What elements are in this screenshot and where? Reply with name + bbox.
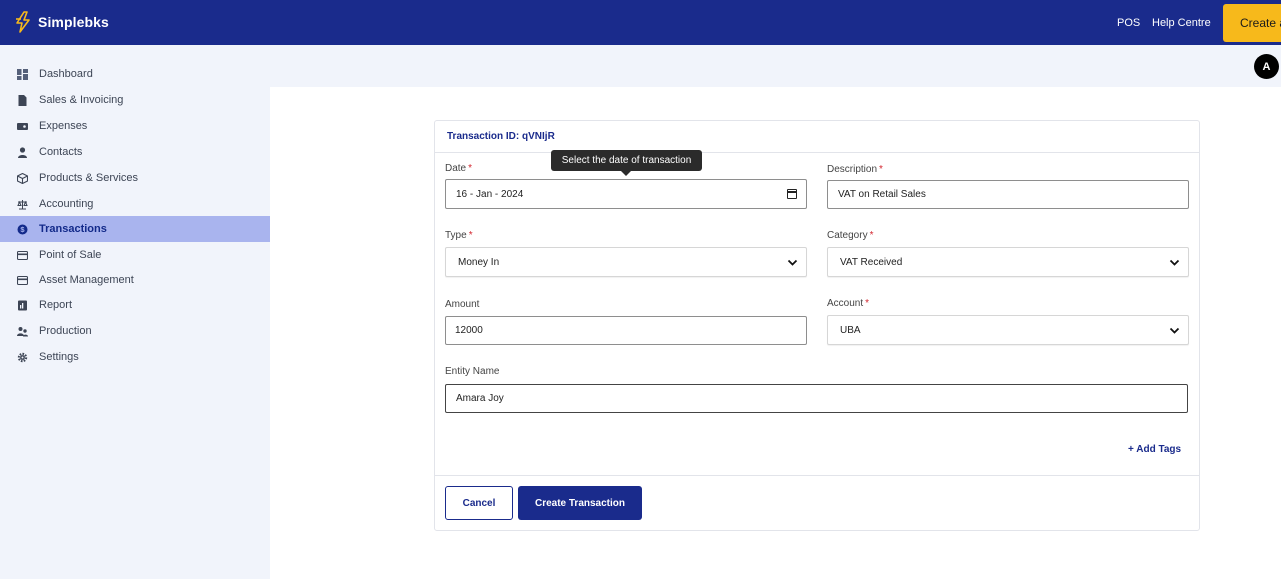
help-centre-link[interactable]: Help Centre bbox=[1152, 17, 1211, 29]
sidebar-item-label: Asset Management bbox=[39, 274, 134, 286]
sidebar-item-transactions[interactable]: $ Transactions bbox=[0, 216, 270, 242]
calendar-icon[interactable] bbox=[787, 189, 797, 199]
category-label: Category * bbox=[827, 230, 873, 241]
transactions-icon: $ bbox=[17, 224, 28, 234]
create-transaction-button[interactable]: Create Transaction bbox=[518, 486, 642, 520]
required-mark: * bbox=[468, 230, 473, 241]
sidebar-item-contacts[interactable]: Contacts bbox=[0, 139, 270, 165]
required-mark: * bbox=[879, 164, 883, 175]
person-icon bbox=[18, 146, 27, 158]
description-value: VAT on Retail Sales bbox=[838, 189, 926, 200]
sidebar-item-products-services[interactable]: Products & Services bbox=[0, 165, 270, 191]
sidebar-item-report[interactable]: Report bbox=[0, 292, 270, 318]
category-select[interactable]: VAT Received bbox=[827, 247, 1189, 277]
avatar[interactable]: A bbox=[1254, 54, 1279, 79]
logo-icon bbox=[16, 11, 30, 33]
required-mark: * bbox=[869, 230, 874, 241]
gear-icon bbox=[17, 352, 28, 362]
sidebar-item-dashboard[interactable]: Dashboard bbox=[0, 61, 270, 87]
sidebar-item-sales-invoicing[interactable]: Sales & Invoicing bbox=[0, 87, 270, 113]
sidebar-item-label: Sales & Invoicing bbox=[39, 94, 124, 106]
sidebar-item-label: Accounting bbox=[39, 198, 94, 210]
date-value: 16 - Jan - 2024 bbox=[456, 188, 524, 200]
sidebar-item-accounting[interactable]: Accounting bbox=[0, 191, 270, 217]
entity-name-field[interactable]: Amara Joy bbox=[445, 384, 1188, 413]
date-tooltip: Select the date of transaction bbox=[551, 150, 702, 176]
sidebar-item-label: Transactions bbox=[39, 223, 107, 235]
description-field[interactable]: VAT on Retail Sales bbox=[827, 180, 1189, 209]
document-icon bbox=[18, 94, 27, 106]
chevron-down-icon bbox=[787, 259, 798, 266]
scale-icon bbox=[17, 199, 28, 209]
sidebar-item-label: Settings bbox=[39, 351, 79, 363]
sidebar-item-label: Production bbox=[39, 325, 92, 337]
wallet-icon bbox=[17, 122, 28, 130]
content-header bbox=[270, 45, 1281, 87]
sidebar-item-label: Point of Sale bbox=[39, 249, 102, 261]
sidebar-item-point-of-sale[interactable]: Point of Sale bbox=[0, 242, 270, 268]
cancel-button[interactable]: Cancel bbox=[445, 486, 513, 520]
sidebar-item-production[interactable]: Production bbox=[0, 318, 270, 344]
app-name: Simplebks bbox=[38, 14, 109, 30]
amount-label: Amount bbox=[445, 299, 480, 310]
type-label: Type * bbox=[445, 230, 473, 241]
card-divider bbox=[435, 475, 1199, 476]
add-tags-link[interactable]: + Add Tags bbox=[1128, 444, 1181, 455]
report-icon bbox=[18, 300, 27, 310]
date-label-text: Date bbox=[445, 163, 467, 174]
amount-value: 12000 bbox=[455, 325, 483, 336]
sidebar-item-label: Report bbox=[39, 299, 73, 311]
entity-name-value: Amara Joy bbox=[456, 393, 504, 404]
transaction-id: Transaction ID: qVNIjR bbox=[447, 131, 555, 142]
description-label-text: Description bbox=[827, 164, 878, 175]
chevron-down-icon bbox=[1169, 259, 1180, 266]
create-button[interactable]: Create a bbox=[1223, 4, 1281, 42]
sidebar-item-label: Products & Services bbox=[39, 172, 139, 184]
account-select[interactable]: UBA bbox=[827, 315, 1189, 345]
card-header: Transaction ID: qVNIjR bbox=[435, 121, 1199, 153]
sidebar-item-label: Contacts bbox=[39, 146, 83, 158]
card-icon bbox=[17, 250, 28, 260]
sidebar-item-asset-management[interactable]: Asset Management bbox=[0, 267, 270, 293]
dashboard-icon bbox=[17, 68, 28, 80]
date-field[interactable]: 16 - Jan - 2024 bbox=[445, 179, 807, 209]
category-value: VAT Received bbox=[840, 256, 903, 268]
app-logo[interactable]: Simplebks bbox=[14, 11, 109, 33]
account-label-text: Account bbox=[827, 298, 864, 309]
type-select[interactable]: Money In bbox=[445, 247, 807, 277]
sidebar-item-label: Dashboard bbox=[39, 68, 93, 80]
sidebar-item-expenses[interactable]: Expenses bbox=[0, 113, 270, 139]
account-value: UBA bbox=[840, 324, 861, 336]
sidebar-item-settings[interactable]: Settings bbox=[0, 344, 270, 370]
people-icon bbox=[17, 326, 28, 336]
category-label-text: Category bbox=[827, 230, 868, 241]
card-icon bbox=[17, 275, 28, 285]
box-icon bbox=[17, 172, 28, 184]
top-bar: Simplebks POS Help Centre Create a bbox=[0, 0, 1281, 45]
type-value: Money In bbox=[458, 256, 500, 268]
sidebar-item-label: Expenses bbox=[39, 120, 88, 132]
required-mark: * bbox=[865, 298, 870, 309]
required-mark: * bbox=[468, 163, 473, 174]
amount-field[interactable]: 12000 bbox=[445, 316, 807, 345]
date-label: Date * bbox=[445, 163, 472, 174]
pos-link[interactable]: POS bbox=[1117, 17, 1140, 29]
entity-name-label: Entity Name bbox=[445, 366, 500, 377]
type-label-text: Type bbox=[445, 230, 467, 241]
description-label: Description * bbox=[827, 164, 883, 175]
chevron-down-icon bbox=[1169, 327, 1180, 334]
account-label: Account * bbox=[827, 298, 869, 309]
